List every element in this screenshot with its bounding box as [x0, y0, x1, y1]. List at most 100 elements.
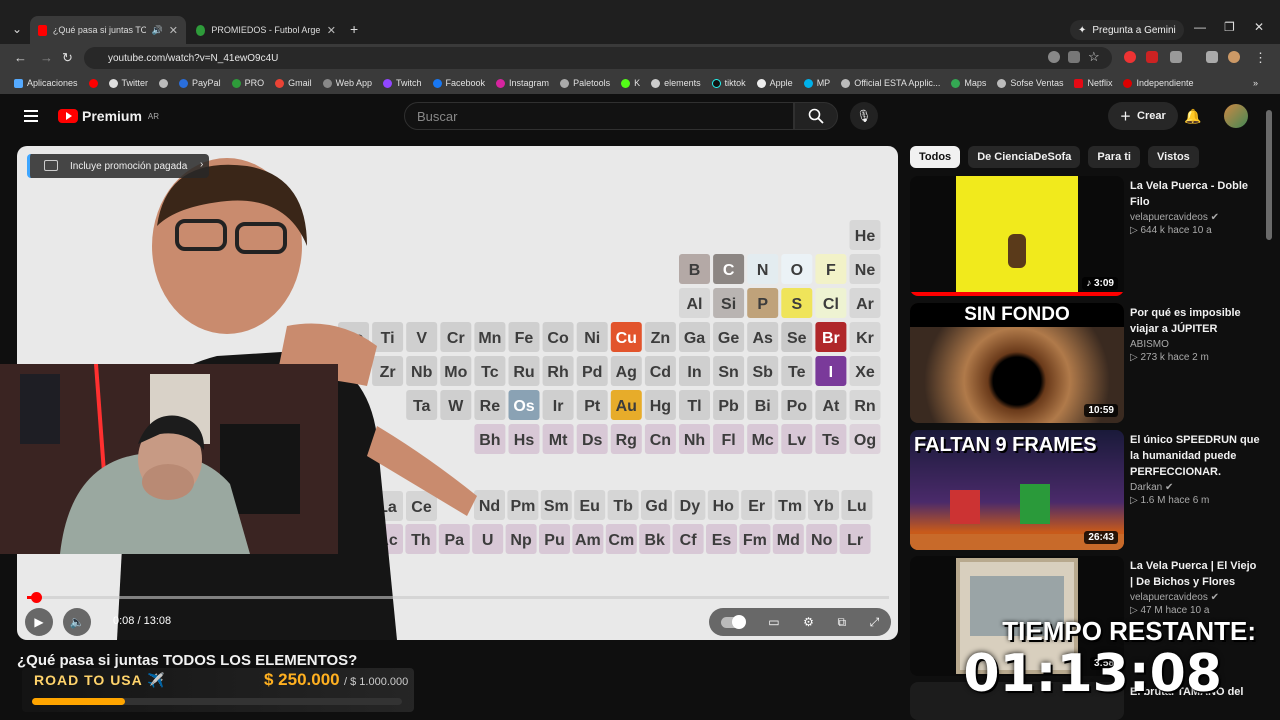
autoplay-toggle[interactable] — [720, 614, 746, 629]
element-symbol: Fm — [743, 532, 767, 549]
tab-search-icon[interactable]: ⌄ — [12, 22, 22, 36]
extension-icon[interactable] — [1124, 51, 1136, 63]
install-app-icon[interactable] — [1068, 51, 1080, 63]
bookmark-paletools[interactable]: Paletools — [560, 78, 610, 88]
element-tile-cd: Cd — [644, 356, 676, 386]
new-tab-button[interactable]: + — [350, 21, 358, 37]
stream-timer-overlay: TIEMPO RESTANTE: 01:13:08 — [963, 610, 1280, 720]
tab-youtube[interactable]: ¿Qué pasa si juntas TODOS 🔊 ✕ — [30, 16, 186, 44]
create-button[interactable]: ＋ Crear — [1108, 102, 1178, 130]
recommended-video[interactable]: ♪ 3:09 La Vela Puerca - Doble Filo velap… — [910, 176, 1262, 296]
search-input[interactable]: Buscar — [404, 102, 794, 130]
elements-icon — [651, 78, 661, 88]
bookmark-unnamed[interactable] — [159, 78, 169, 88]
recommended-video[interactable]: SIN FONDO 10:59 Por qué es imposible via… — [910, 303, 1262, 423]
channel-name[interactable]: ABISMO — [1130, 339, 1260, 350]
bookmark-sofse[interactable]: Sofse Ventas — [997, 78, 1063, 88]
tab-title: PROMIEDOS - Futbol Argentino — [211, 25, 321, 35]
element-symbol: Ts — [822, 432, 840, 449]
scrubber-handle[interactable] — [30, 592, 42, 603]
volume-button[interactable]: 🔈 — [63, 608, 91, 636]
forward-icon[interactable]: → — [40, 50, 53, 65]
settings-gear-icon[interactable]: ⚙ — [803, 615, 814, 629]
restore-icon[interactable]: ❐ — [1224, 20, 1235, 34]
channel-name[interactable]: velapuercavideos ✔ — [1130, 592, 1260, 603]
bookmark-tiktok[interactable]: tiktok — [711, 78, 746, 88]
bookmark-apple[interactable]: Apple — [756, 78, 793, 88]
bookmark-gmail[interactable]: Gmail — [275, 78, 312, 88]
url-text[interactable]: youtube.com/watch?v=N_41ewO9c4U — [108, 53, 278, 64]
chip-todos[interactable]: Todos — [910, 146, 961, 168]
address-bar[interactable]: youtube.com/watch?v=N_41ewO9c4U — [84, 47, 1112, 69]
bookmark-netflix[interactable]: Netflix — [1074, 78, 1112, 88]
menu-hamburger-icon[interactable] — [24, 110, 38, 122]
close-window-icon[interactable]: ✕ — [1254, 20, 1264, 34]
recommended-video[interactable]: FALTAN 9 FRAMES 26:43 El único SPEEDRUN … — [910, 430, 1262, 550]
youtube-premium-logo[interactable]: Premium AR — [58, 108, 159, 124]
zoom-icon[interactable] — [1048, 51, 1060, 63]
more-bookmarks-icon[interactable]: » — [1253, 78, 1258, 88]
bookmark-instagram[interactable]: Instagram — [496, 78, 549, 88]
speaker-icon[interactable]: 🔊 — [152, 25, 163, 36]
video-title[interactable]: El único SPEEDRUN que la humanidad puede… — [1130, 432, 1260, 480]
search-button[interactable] — [794, 102, 838, 130]
close-tab-icon[interactable]: ✕ — [169, 24, 178, 37]
element-symbol: Lr — [847, 532, 863, 549]
bookmark-esta[interactable]: Official ESTA Applic... — [841, 78, 940, 88]
play-button[interactable]: ▶ — [25, 608, 53, 636]
video-thumbnail[interactable]: SIN FONDO 10:59 — [910, 303, 1124, 423]
bookmark-web-app[interactable]: Web App — [322, 78, 372, 88]
channel-name[interactable]: Darkan ✔ — [1130, 482, 1260, 493]
miniplayer-icon[interactable]: ⧉ — [837, 615, 846, 630]
element-symbol: Ni — [584, 330, 600, 347]
notifications-bell-icon[interactable]: 🔔 — [1184, 108, 1201, 125]
profile-avatar-icon[interactable] — [1228, 51, 1240, 63]
bookmark-elements[interactable]: elements — [651, 78, 701, 88]
video-thumbnail[interactable]: FALTAN 9 FRAMES 26:43 — [910, 430, 1124, 550]
video-title[interactable]: La Vela Puerca | El Viejo | De Bichos y … — [1130, 558, 1260, 590]
tab-promiedos[interactable]: PROMIEDOS - Futbol Argentino ✕ — [188, 16, 344, 44]
subtitles-icon[interactable]: ▭ — [768, 615, 779, 629]
bookmark-k[interactable]: K — [621, 78, 640, 88]
chip-vistos[interactable]: Vistos — [1147, 146, 1199, 168]
bookmark-independiente[interactable]: Independiente — [1123, 78, 1194, 88]
video-thumbnail[interactable]: ♪ 3:09 — [910, 176, 1124, 296]
minimize-icon[interactable]: — — [1194, 20, 1206, 34]
voice-search-button[interactable]: 🎙 — [850, 102, 878, 130]
progress-bar[interactable] — [27, 592, 889, 603]
element-symbol: Au — [616, 398, 637, 415]
element-symbol: Cm — [608, 532, 634, 549]
bookmark-pro[interactable]: PRO — [231, 78, 264, 88]
video-title[interactable]: Por qué es imposible viajar a JÚPITER — [1130, 305, 1260, 337]
account-avatar[interactable] — [1224, 104, 1248, 128]
close-tab-icon[interactable]: ✕ — [327, 24, 336, 37]
bookmark-maps[interactable]: Maps — [951, 78, 986, 88]
element-symbol: He — [855, 228, 876, 245]
play-icon: ▶ — [34, 615, 44, 629]
bookmark-star-icon[interactable]: ☆ — [1088, 49, 1100, 65]
chip-cienciadesofa[interactable]: De CienciaDeSofa — [968, 146, 1081, 168]
bookmark-facebook[interactable]: Facebook — [432, 78, 485, 88]
bookmark-twitter[interactable]: Twitter — [108, 78, 148, 88]
gemini-button[interactable]: ✦ Pregunta a Gemini — [1070, 20, 1184, 40]
mic-icon: 🎙 — [856, 109, 872, 123]
channel-name[interactable]: velapuercavideos ✔ — [1130, 212, 1260, 223]
reload-icon[interactable]: ↻ — [62, 50, 73, 66]
element-tile-al: Al — [679, 288, 710, 318]
media-control-icon[interactable] — [1206, 51, 1218, 63]
bookmark-youtube[interactable] — [88, 78, 98, 88]
chip-para-ti[interactable]: Para ti — [1088, 146, 1140, 168]
menu-kebab-icon[interactable]: ⋮ — [1254, 50, 1267, 66]
extension-icon[interactable] — [1146, 51, 1158, 63]
paid-promotion-badge[interactable]: Incluye promoción pagada › — [27, 154, 210, 178]
extensions-puzzle-icon[interactable] — [1170, 51, 1182, 63]
video-title[interactable]: La Vela Puerca - Doble Filo — [1130, 178, 1260, 210]
bookmark-twitch[interactable]: Twitch — [382, 78, 422, 88]
element-tile-tl: Tl — [679, 390, 710, 420]
back-icon[interactable]: ← — [14, 50, 27, 65]
page-scrollbar[interactable] — [1266, 110, 1272, 240]
bookmark-paypal[interactable]: PayPal — [179, 78, 221, 88]
fullscreen-icon[interactable]: ⤢ — [870, 615, 880, 630]
bookmark-apps[interactable]: Aplicaciones — [14, 78, 78, 88]
bookmark-mp[interactable]: MP — [803, 78, 830, 88]
